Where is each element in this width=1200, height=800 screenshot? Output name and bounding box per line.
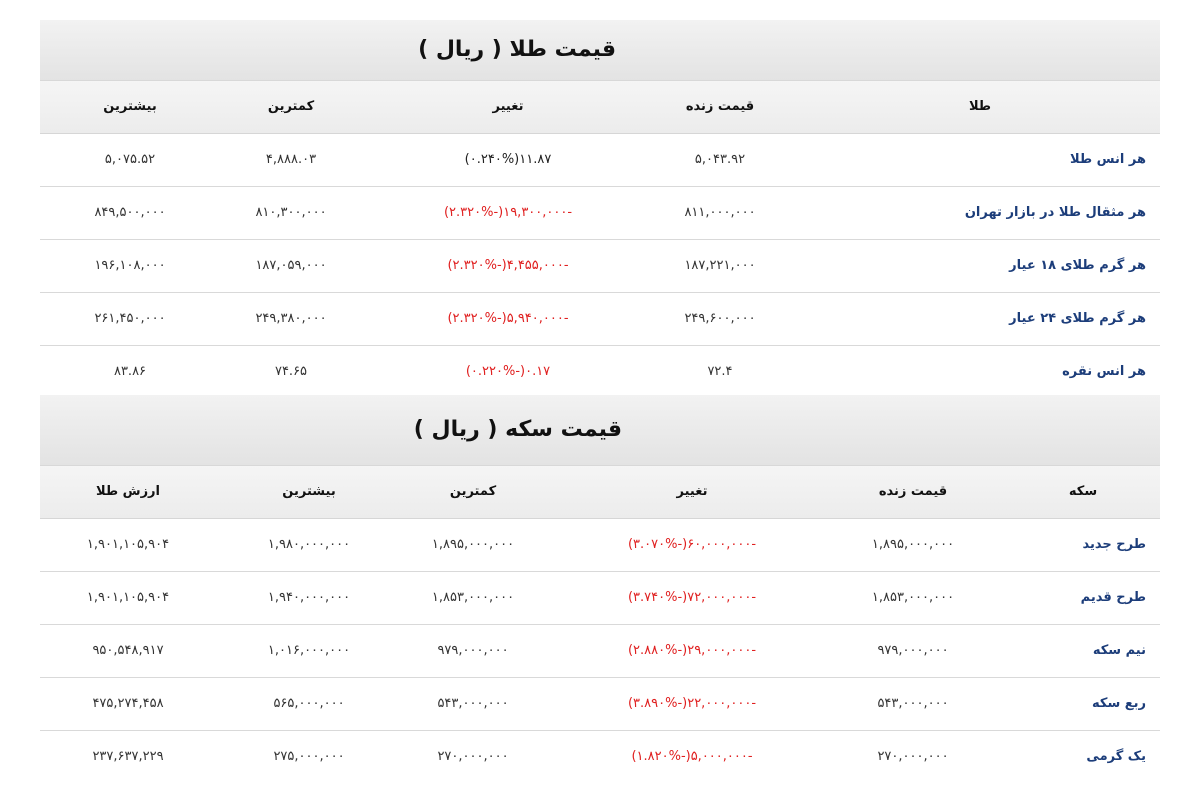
coin-row-change: -۵,۰۰۰,۰۰۰(-۱.۸۲۰%) — [631, 749, 753, 764]
gold-row-price: ۱۸۷,۲۲۱,۰۰۰ — [684, 258, 756, 273]
coin-row-high: ۱,۹۸۰,۰۰۰,۰۰۰ — [267, 537, 351, 552]
gold-row-high: ۸۴۹,۵۰۰,۰۰۰ — [94, 205, 166, 220]
gold-row-low: ۸۱۰,۳۰۰,۰۰۰ — [255, 205, 327, 220]
gold-price-panel: قیمت طلا ( ریال ) طلا قیمت زنده تغییر کم… — [40, 20, 1160, 398]
gold-title: قیمت طلا ( ریال ) — [418, 37, 616, 62]
gold-header-change: تغییر — [492, 99, 524, 114]
coin-row-name-link[interactable]: طرح قدیم — [1081, 572, 1146, 624]
gold-row-name-link[interactable]: هر گرم طلای ۲۴ عیار — [1009, 293, 1146, 345]
gold-header-low: کمترین — [267, 99, 315, 114]
gold-row-price: ۸۱۱,۰۰۰,۰۰۰ — [684, 205, 756, 220]
coin-row-change: -۲۲,۰۰۰,۰۰۰(-۳.۸۹۰%) — [627, 696, 757, 711]
coin-row-price: ۵۴۳,۰۰۰,۰۰۰ — [877, 696, 949, 711]
coin-header-high: بیشترین — [282, 484, 336, 499]
gold-table-row: هر گرم طلای ۱۸ عیار ۱۸۷,۲۲۱,۰۰۰ -۴,۴۵۵,۰۰۰… — [40, 240, 1160, 293]
coin-row-price: ۱,۸۵۳,۰۰۰,۰۰۰ — [871, 590, 955, 605]
gold-row-name-link[interactable]: هر انس نقره — [1062, 346, 1146, 398]
gold-table-header: طلا قیمت زنده تغییر کمترین بیشترین — [40, 81, 1160, 134]
coin-table-row: یک گرمی ۲۷۰,۰۰۰,۰۰۰ -۵,۰۰۰,۰۰۰(-۱.۸۲۰%) ۲۷۰… — [40, 731, 1160, 783]
gold-row-price: ۲۴۹,۶۰۰,۰۰۰ — [684, 311, 756, 326]
coin-header-change: تغییر — [676, 484, 708, 499]
coin-header-name: سکه — [1068, 484, 1098, 499]
gold-row-name-link[interactable]: هر انس طلا — [1070, 134, 1146, 186]
coin-row-low: ۱,۸۵۳,۰۰۰,۰۰۰ — [431, 590, 515, 605]
coin-row-price: ۲۷۰,۰۰۰,۰۰۰ — [877, 749, 949, 764]
coin-table-row: نیم سکه ۹۷۹,۰۰۰,۰۰۰ -۲۹,۰۰۰,۰۰۰(-۲.۸۸۰%) ۹۷… — [40, 625, 1160, 678]
coin-row-price: ۹۷۹,۰۰۰,۰۰۰ — [877, 643, 949, 658]
coin-row-high: ۱,۰۱۶,۰۰۰,۰۰۰ — [267, 643, 351, 658]
coin-row-high: ۱,۹۴۰,۰۰۰,۰۰۰ — [267, 590, 351, 605]
coin-table-row: طرح قدیم ۱,۸۵۳,۰۰۰,۰۰۰ -۷۲,۰۰۰,۰۰۰(-۳.۷۴۰%… — [40, 572, 1160, 625]
gold-row-low: ۴,۸۸۸.۰۳ — [265, 152, 317, 167]
gold-row-change: ۰.۱۷(-۰.۲۲۰%) — [465, 364, 551, 379]
coin-row-value: ۱,۹۰۱,۱۰۵,۹۰۴ — [86, 590, 170, 605]
coin-row-change: -۲۹,۰۰۰,۰۰۰(-۲.۸۸۰%) — [627, 643, 757, 658]
coin-row-name-link[interactable]: نیم سکه — [1093, 625, 1146, 677]
coin-header-price: قیمت زنده — [878, 484, 948, 499]
coin-row-value: ۹۵۰,۵۴۸,۹۱۷ — [92, 643, 164, 658]
gold-row-name-link[interactable]: هر مثقال طلا در بازار تهران — [965, 187, 1146, 239]
coin-title: قیمت سکه ( ریال ) — [413, 417, 622, 442]
gold-header-high: بیشترین — [103, 99, 157, 114]
gold-row-name-link[interactable]: هر گرم طلای ۱۸ عیار — [1009, 240, 1146, 292]
gold-title-bar: قیمت طلا ( ریال ) — [40, 20, 1160, 81]
gold-row-low: ۲۴۹,۳۸۰,۰۰۰ — [255, 311, 327, 326]
coin-row-change: -۶۰,۰۰۰,۰۰۰(-۳.۰۷۰%) — [627, 537, 757, 552]
gold-table-body: هر انس طلا ۵,۰۴۳.۹۲ ۱۱.۸۷(۰.۲۴۰%) ۴,۸۸۸.۰۳ ۵… — [40, 134, 1160, 398]
gold-header-price: قیمت زنده — [685, 99, 755, 114]
coin-table-body: طرح جدید ۱,۸۹۵,۰۰۰,۰۰۰ -۶۰,۰۰۰,۰۰۰(-۳.۰۷۰%… — [40, 519, 1160, 783]
coin-row-value: ۲۳۷,۶۳۷,۲۲۹ — [92, 749, 164, 764]
coin-header-value: ارزش طلا — [95, 484, 161, 499]
coin-table-row: طرح جدید ۱,۸۹۵,۰۰۰,۰۰۰ -۶۰,۰۰۰,۰۰۰(-۳.۰۷۰%… — [40, 519, 1160, 572]
gold-table-row: هر گرم طلای ۲۴ عیار ۲۴۹,۶۰۰,۰۰۰ -۵,۹۴۰,۰۰۰… — [40, 293, 1160, 346]
coin-header-low: کمترین — [449, 484, 497, 499]
coin-row-high: ۵۶۵,۰۰۰,۰۰۰ — [273, 696, 345, 711]
gold-row-price: ۷۲.۴ — [707, 364, 733, 379]
gold-row-low: ۷۴.۶۵ — [274, 364, 308, 379]
coin-table-row: ربع سکه ۵۴۳,۰۰۰,۰۰۰ -۲۲,۰۰۰,۰۰۰(-۳.۸۹۰%) ۵۴… — [40, 678, 1160, 731]
coin-row-value: ۴۷۵,۲۷۴,۴۵۸ — [92, 696, 164, 711]
gold-row-change: ۱۱.۸۷(۰.۲۴۰%) — [464, 152, 552, 167]
coin-row-high: ۲۷۵,۰۰۰,۰۰۰ — [273, 749, 345, 764]
gold-row-low: ۱۸۷,۰۵۹,۰۰۰ — [255, 258, 327, 273]
coin-row-low: ۵۴۳,۰۰۰,۰۰۰ — [437, 696, 509, 711]
gold-row-high: ۱۹۶,۱۰۸,۰۰۰ — [94, 258, 166, 273]
coin-row-low: ۲۷۰,۰۰۰,۰۰۰ — [437, 749, 509, 764]
gold-row-change: -۴,۴۵۵,۰۰۰(-۲.۳۲۰%) — [447, 258, 569, 273]
coin-row-value: ۱,۹۰۱,۱۰۵,۹۰۴ — [86, 537, 170, 552]
coin-row-name-link[interactable]: طرح جدید — [1083, 519, 1147, 571]
gold-row-change: -۱۹,۳۰۰,۰۰۰(-۲.۳۲۰%) — [443, 205, 573, 220]
coin-row-change: -۷۲,۰۰۰,۰۰۰(-۳.۷۴۰%) — [627, 590, 757, 605]
coin-price-panel: قیمت سکه ( ریال ) سکه قیمت زنده تغییر کم… — [40, 395, 1160, 783]
coin-title-bar: قیمت سکه ( ریال ) — [40, 395, 1160, 466]
gold-table-row: هر مثقال طلا در بازار تهران ۸۱۱,۰۰۰,۰۰۰ -۱… — [40, 187, 1160, 240]
gold-table-row: هر انس طلا ۵,۰۴۳.۹۲ ۱۱.۸۷(۰.۲۴۰%) ۴,۸۸۸.۰۳ ۵… — [40, 134, 1160, 187]
gold-row-change: -۵,۹۴۰,۰۰۰(-۲.۳۲۰%) — [447, 311, 569, 326]
coin-row-price: ۱,۸۹۵,۰۰۰,۰۰۰ — [871, 537, 955, 552]
gold-row-high: ۲۶۱,۴۵۰,۰۰۰ — [94, 311, 166, 326]
gold-row-high: ۸۳.۸۶ — [113, 364, 147, 379]
coin-row-name-link[interactable]: یک گرمی — [1086, 731, 1146, 783]
coin-table-header: سکه قیمت زنده تغییر کمترین بیشترین ارزش … — [40, 466, 1160, 519]
gold-row-price: ۵,۰۴۳.۹۲ — [694, 152, 746, 167]
coin-row-name-link[interactable]: ربع سکه — [1092, 678, 1146, 730]
coin-row-low: ۹۷۹,۰۰۰,۰۰۰ — [437, 643, 509, 658]
gold-table-row: هر انس نقره ۷۲.۴ ۰.۱۷(-۰.۲۲۰%) ۷۴.۶۵ ۸۳.۸۶ — [40, 346, 1160, 398]
gold-header-name: طلا — [968, 99, 992, 114]
coin-row-low: ۱,۸۹۵,۰۰۰,۰۰۰ — [431, 537, 515, 552]
gold-row-high: ۵,۰۷۵.۵۲ — [104, 152, 156, 167]
